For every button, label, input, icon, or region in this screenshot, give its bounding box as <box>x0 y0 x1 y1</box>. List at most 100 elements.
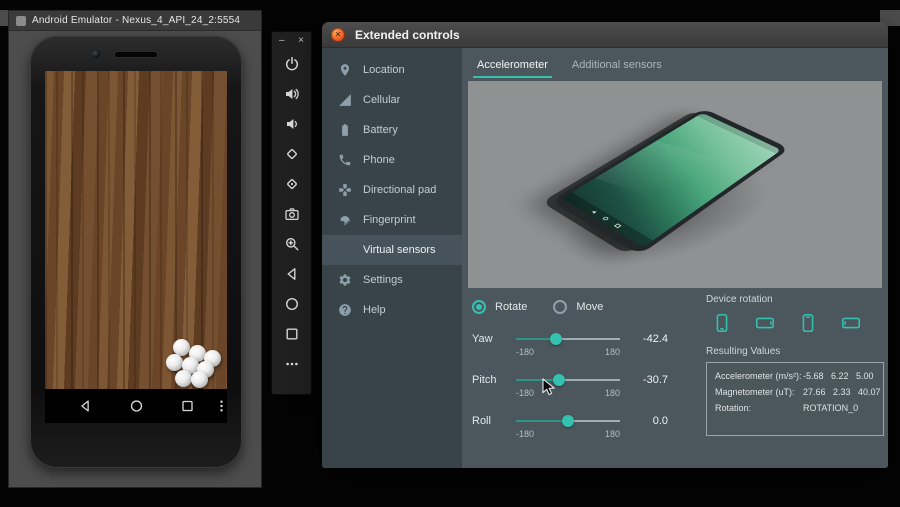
rotation-value: ROTATION_0 <box>803 403 858 413</box>
device-3d-status-bar <box>697 112 781 153</box>
earpiece-speaker <box>115 52 157 57</box>
resulting-values-box: Accelerometer (m/s²): -5.68 6.22 5.00 Ma… <box>706 362 884 436</box>
volume-up-button[interactable] <box>272 79 311 109</box>
android-back-button[interactable] <box>78 399 93 414</box>
overview-glyph <box>614 223 621 227</box>
android-overview-button[interactable] <box>180 399 195 414</box>
emulator-window: Android Emulator - Nexus_4_API_24_2:5554 <box>8 10 262 488</box>
emulator-body <box>9 31 261 487</box>
window-title: Extended controls <box>355 28 460 42</box>
slider-max-label: 180 <box>605 429 620 439</box>
rotation-portrait-flipped-icon[interactable] <box>796 311 820 335</box>
gear-icon <box>338 273 352 287</box>
roll-value: 0.0 <box>630 414 668 439</box>
move-radio[interactable]: Move <box>553 300 603 314</box>
slider-fill <box>516 420 568 422</box>
emulator-title-bar[interactable]: Android Emulator - Nexus_4_API_24_2:5554 <box>9 11 261 31</box>
accelerometer-row: Accelerometer (m/s²): -5.68 6.22 5.00 <box>715 371 875 381</box>
menu-dots-icon[interactable] <box>214 399 229 414</box>
roll-slider-row: Roll -180 180 0.0 <box>472 414 668 439</box>
roll-slider[interactable] <box>516 414 620 428</box>
overview-button[interactable] <box>272 319 311 349</box>
window-close-button[interactable]: ✕ <box>331 28 345 42</box>
toolbar-close-button[interactable]: × <box>298 36 304 46</box>
android-home-button[interactable] <box>129 399 144 414</box>
extended-controls-title-bar[interactable]: ✕ Extended controls <box>322 22 888 48</box>
volume-down-button[interactable] <box>272 109 311 139</box>
sidebar-item-label: Directional pad <box>363 184 436 196</box>
magnetometer-label: Magnetometer (uT): <box>715 387 803 397</box>
emulator-window-title: Android Emulator - Nexus_4_API_24_2:5554 <box>32 15 240 26</box>
front-camera <box>92 50 100 58</box>
sidebar-item-phone[interactable]: Phone <box>322 145 462 175</box>
screenshot-button[interactable] <box>272 199 311 229</box>
accelerometer-label: Accelerometer (m/s²): <box>715 371 803 381</box>
wood-wallpaper <box>45 71 227 389</box>
sidebar-item-label: Settings <box>363 274 403 286</box>
more-button[interactable] <box>272 349 311 379</box>
slider-min-label: -180 <box>516 388 534 398</box>
sidebar-item-cellular[interactable]: Cellular <box>322 85 462 115</box>
fingerprint-icon <box>338 213 352 227</box>
device-rotation-label: Device rotation <box>706 294 884 305</box>
slider-max-label: 180 <box>605 347 620 357</box>
resulting-values-section: Resulting Values Accelerometer (m/s²): -… <box>706 346 884 436</box>
sidebar-item-label: Fingerprint <box>363 214 416 226</box>
back-glyph <box>591 209 597 213</box>
pitch-slider-thumb[interactable] <box>553 374 565 386</box>
help-icon <box>338 303 352 317</box>
back-button[interactable] <box>272 259 311 289</box>
sidebar-item-label: Cellular <box>363 94 400 106</box>
android-nav-bar <box>45 389 227 423</box>
rotation-landscape-icon[interactable] <box>753 311 777 335</box>
sidebar-item-help[interactable]: Help <box>322 295 462 325</box>
pitch-slider[interactable] <box>516 373 620 387</box>
rotation-portrait-icon[interactable] <box>710 311 734 335</box>
virtual-sensors-panel: Accelerometer Additional sensors <box>462 48 888 468</box>
roll-slider-thumb[interactable] <box>562 415 574 427</box>
emulator-toolbar: – × <box>271 31 312 395</box>
battery-icon <box>338 123 352 137</box>
slider-min-label: -180 <box>516 347 534 357</box>
sensor-tabs: Accelerometer Additional sensors <box>462 48 888 79</box>
sidebar-item-virtual-sensors[interactable]: Virtual sensors <box>322 235 462 265</box>
interaction-mode: Rotate Move <box>472 300 603 314</box>
radio-unselected-icon <box>553 300 567 314</box>
virtual-sensors-icon-placeholder <box>338 243 352 257</box>
sidebar-item-directional-pad[interactable]: Directional pad <box>322 175 462 205</box>
sidebar-item-label: Location <box>363 64 405 76</box>
yaw-slider-thumb[interactable] <box>550 333 562 345</box>
rotate-radio[interactable]: Rotate <box>472 300 527 314</box>
rotation-row: Rotation: ROTATION_0 <box>715 403 875 413</box>
device-screen[interactable] <box>45 71 227 423</box>
sidebar-item-settings[interactable]: Settings <box>322 265 462 295</box>
toolbar-minimize-button[interactable]: – <box>279 36 285 46</box>
move-radio-label: Move <box>576 301 603 313</box>
radio-selected-icon <box>472 300 486 314</box>
rotate-left-button[interactable] <box>272 139 311 169</box>
location-pin-icon <box>338 63 352 77</box>
rotation-sliders: Yaw -180 180 -42.4 <box>472 332 668 455</box>
sidebar-item-label: Phone <box>363 154 395 166</box>
device-skin <box>30 36 242 468</box>
sidebar-item-fingerprint[interactable]: Fingerprint <box>322 205 462 235</box>
zoom-button[interactable] <box>272 229 311 259</box>
yaw-value: -42.4 <box>630 332 668 357</box>
rotation-label: Rotation: <box>715 403 803 413</box>
slider-min-label: -180 <box>516 429 534 439</box>
marble <box>166 354 183 371</box>
home-button[interactable] <box>272 289 311 319</box>
power-button[interactable] <box>272 49 311 79</box>
rotate-right-button[interactable] <box>272 169 311 199</box>
yaw-slider-row: Yaw -180 180 -42.4 <box>472 332 668 357</box>
sidebar-item-location[interactable]: Location <box>322 55 462 85</box>
yaw-slider[interactable] <box>516 332 620 346</box>
device-3d-view[interactable] <box>468 81 882 288</box>
tab-additional-sensors[interactable]: Additional sensors <box>563 55 671 79</box>
pitch-value: -30.7 <box>630 373 668 398</box>
sidebar-item-battery[interactable]: Battery <box>322 115 462 145</box>
tab-accelerometer[interactable]: Accelerometer <box>468 55 557 79</box>
sidebar-item-label: Help <box>363 304 386 316</box>
magnetometer-row: Magnetometer (uT): 27.66 2.33 40.07 <box>715 387 875 397</box>
rotation-landscape-flipped-icon[interactable] <box>839 311 863 335</box>
